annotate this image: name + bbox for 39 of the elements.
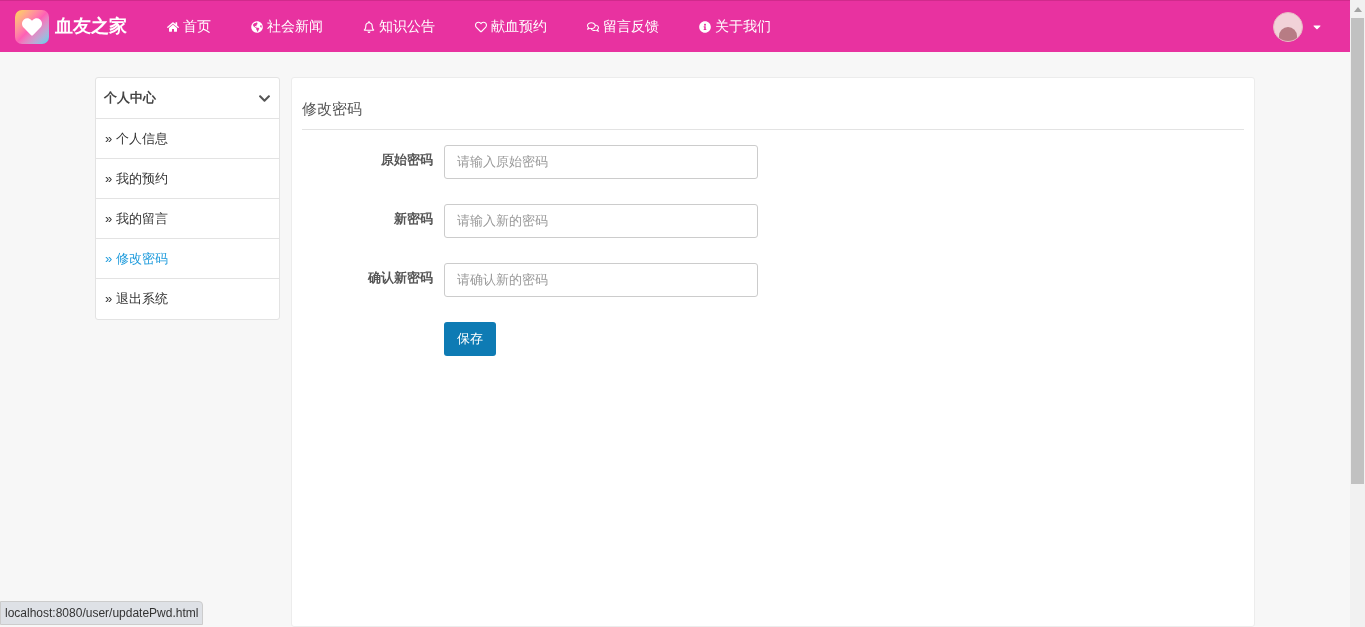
password-input[interactable]: 请输入新的密码 bbox=[444, 203, 758, 238]
bell-icon bbox=[363, 20, 375, 33]
heart-logo-icon bbox=[15, 9, 49, 44]
nav-link[interactable]: 社会新闻 bbox=[231, 16, 343, 37]
avatar[interactable] bbox=[1273, 11, 1303, 42]
globe-icon bbox=[251, 20, 263, 33]
field-label: 确认新密码 bbox=[366, 268, 433, 287]
nav-label: 社会新闻 bbox=[267, 17, 323, 36]
brand-link[interactable]: 血友之家 bbox=[55, 13, 127, 40]
password-input[interactable]: 请确认新的密码 bbox=[444, 262, 758, 297]
nav-link[interactable]: 留言反馈 bbox=[567, 16, 679, 37]
heart-icon bbox=[475, 20, 487, 33]
nav-link[interactable]: 关于我们 bbox=[679, 16, 791, 37]
home-icon bbox=[167, 20, 179, 33]
nav-label: 首页 bbox=[183, 17, 211, 36]
scroll-up-icon[interactable] bbox=[1353, 6, 1362, 12]
field-label: 原始密码 bbox=[380, 150, 433, 169]
chat-icon bbox=[587, 20, 599, 33]
nav-link[interactable]: 知识公告 bbox=[343, 16, 455, 37]
sidebar-link[interactable]: » 修改密码 bbox=[105, 248, 168, 269]
nav-label: 留言反馈 bbox=[603, 17, 659, 36]
password-input[interactable]: 请输入原始密码 bbox=[444, 144, 758, 179]
status-url: localhost:8080/user/updatePwd.html bbox=[0, 601, 204, 625]
nav-label: 知识公告 bbox=[379, 17, 435, 36]
nav-label: 献血预约 bbox=[491, 17, 547, 36]
sidebar-title: 个人中心 bbox=[104, 89, 156, 108]
sidebar-link[interactable]: » 个人信息 bbox=[105, 128, 168, 149]
sidebar-header[interactable]: 个人中心 bbox=[96, 78, 279, 119]
sidebar-link[interactable]: » 我的留言 bbox=[105, 208, 168, 229]
save-button[interactable]: 保存 bbox=[444, 321, 496, 356]
info-icon bbox=[699, 20, 711, 33]
panel-title: 修改密码 bbox=[302, 98, 1244, 130]
nav-link[interactable]: 献血预约 bbox=[455, 16, 567, 37]
nav-label: 关于我们 bbox=[715, 17, 771, 36]
scrollbar[interactable] bbox=[1350, 0, 1365, 627]
sidebar-link[interactable]: » 退出系统 bbox=[105, 289, 168, 309]
field-label: 新密码 bbox=[393, 209, 433, 228]
sidebar-link[interactable]: » 我的预约 bbox=[105, 168, 168, 189]
nav-link[interactable]: 首页 bbox=[147, 16, 231, 37]
